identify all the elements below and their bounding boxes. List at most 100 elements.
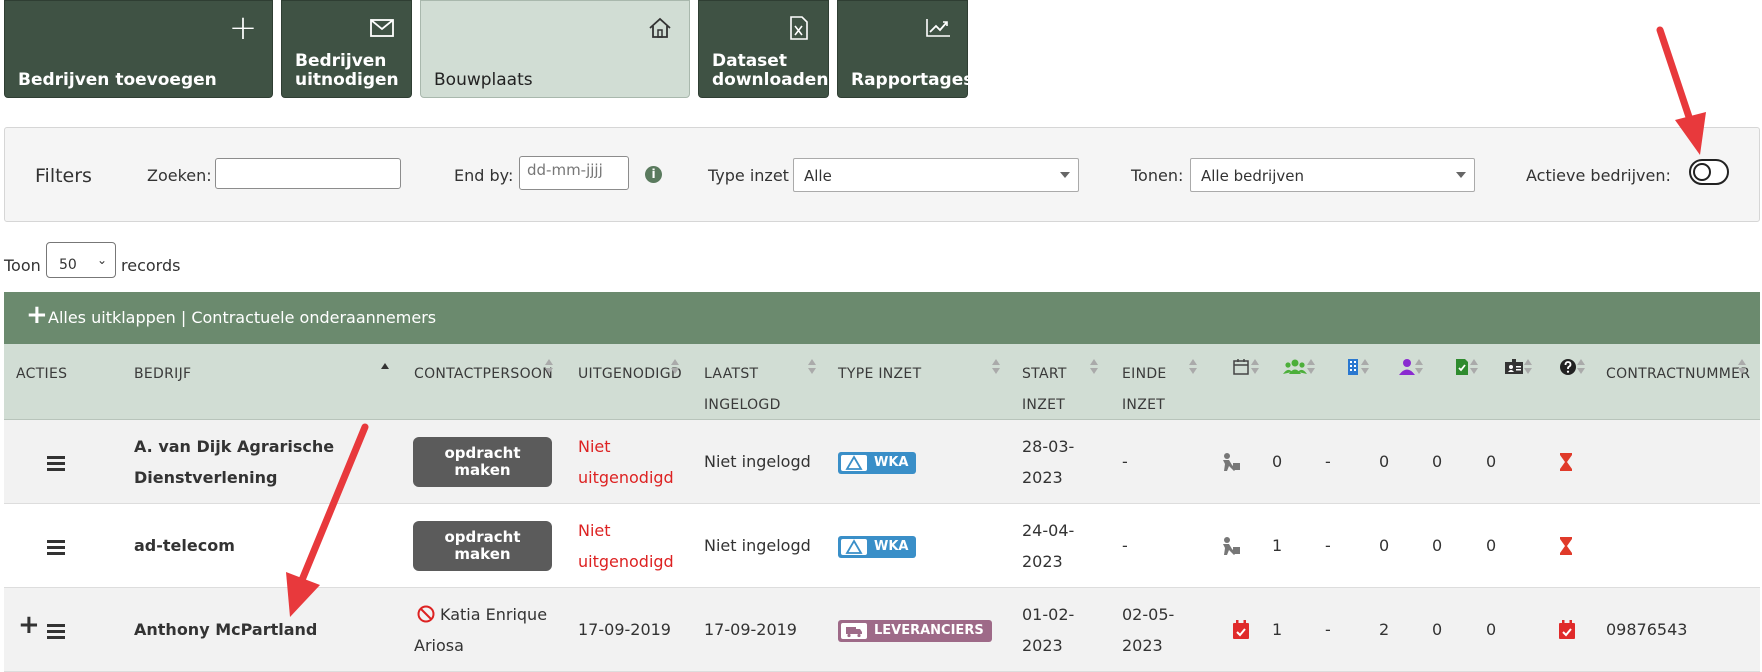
sort-asc-icon[interactable] xyxy=(380,358,390,376)
hourglass-icon xyxy=(1560,453,1572,471)
col-contactpersoon[interactable]: CONTACTPERSOON xyxy=(414,359,553,390)
menu-icon[interactable] xyxy=(47,540,65,555)
start-date: 28-03- 2023 xyxy=(1022,431,1074,493)
add-companies-tile[interactable]: + Bedrijven toevoegen xyxy=(4,0,273,98)
col-uitgenodigd[interactable]: UITGENODIGD xyxy=(578,359,682,390)
end-date: 02-05- 2023 xyxy=(1122,599,1174,661)
col-type-inzet[interactable]: TYPE INZET xyxy=(838,359,921,390)
annotation-arrow-toggle xyxy=(1656,26,1697,133)
sort-icon[interactable] xyxy=(1360,358,1370,376)
warning-icon xyxy=(841,539,867,555)
chevron-down-icon: ⌄ xyxy=(96,253,107,267)
invite-companies-tile[interactable]: Bedrijven uitnodigen xyxy=(281,0,412,98)
plus-icon: + xyxy=(26,300,48,330)
invited-line2: uitgenodigd xyxy=(578,468,674,487)
company-name[interactable]: A. van Dijk Agrarische Dienstverlening xyxy=(134,431,334,493)
contract-number: 09876543 xyxy=(1606,620,1688,639)
invited-status: Niet uitgenodigd xyxy=(578,431,674,493)
create-assignment-button[interactable]: opdracht maken xyxy=(413,521,552,571)
table-row: A. van Dijk Agrarische Dienstverlening o… xyxy=(4,420,1760,504)
type-badge-label: LEVERANCIERS xyxy=(874,623,984,638)
group-bar-label: Alles uitklappen | Contractuele onderaan… xyxy=(48,308,437,327)
sort-icon[interactable] xyxy=(670,358,680,376)
worker-icon xyxy=(1223,537,1240,555)
count-persons: 0 xyxy=(1379,452,1390,471)
sort-icon[interactable] xyxy=(1576,358,1586,376)
menu-icon[interactable] xyxy=(47,624,65,639)
count-users: 1 xyxy=(1272,620,1283,639)
type-badge-wka: WKA xyxy=(838,536,917,558)
sort-icon[interactable] xyxy=(807,358,817,376)
plus-icon: + xyxy=(228,8,258,48)
table-header: ACTIES BEDRIJF CONTACTPERSOON UITGENODIG… xyxy=(4,344,1760,420)
contact-line2: Ariosa xyxy=(414,636,464,655)
col-bedrijf[interactable]: BEDRIJF xyxy=(134,359,191,390)
type-select[interactable]: Alle xyxy=(793,158,1079,192)
col-einde-line1: EINDE xyxy=(1122,366,1167,382)
start-line1: 01-02- xyxy=(1022,605,1075,624)
search-input[interactable] xyxy=(215,158,401,189)
col-einde-inzet[interactable]: EINDE INZET xyxy=(1122,359,1167,421)
count-buildings: - xyxy=(1325,620,1331,639)
menu-icon[interactable] xyxy=(47,456,65,471)
count-persons: 0 xyxy=(1379,536,1390,555)
contact-person[interactable]: Katia Enrique Ariosa xyxy=(414,599,547,661)
sort-icon[interactable] xyxy=(1089,358,1099,376)
count-buildings: - xyxy=(1325,536,1331,555)
sort-icon[interactable] xyxy=(544,358,554,376)
toggle-knob xyxy=(1693,163,1711,181)
show-select[interactable]: Alle bedrijven xyxy=(1190,158,1475,192)
endby-date-input[interactable]: dd-mm-jjjj xyxy=(519,156,629,190)
sort-icon[interactable] xyxy=(1250,358,1260,376)
col-start-line1: START xyxy=(1022,366,1067,382)
company-name[interactable]: Anthony McPartland xyxy=(134,614,317,645)
contact-line1: Katia Enrique xyxy=(440,605,548,624)
add-companies-label: Bedrijven toevoegen xyxy=(18,70,217,90)
chart-icon xyxy=(923,13,953,43)
info-icon[interactable]: i xyxy=(645,166,662,183)
group-bar[interactable]: + Alles uitklappen | Contractuele ondera… xyxy=(4,292,1760,344)
invited-line1: Niet xyxy=(578,437,611,456)
hourglass-icon xyxy=(1560,537,1572,555)
invited-line2: uitgenodigd xyxy=(578,552,674,571)
type-badge-wka: WKA xyxy=(838,452,917,474)
active-companies-toggle[interactable] xyxy=(1689,159,1729,185)
type-badge-label: WKA xyxy=(874,539,909,554)
sort-icon[interactable] xyxy=(1188,358,1198,376)
sort-icon[interactable] xyxy=(1737,358,1747,376)
show-select-value: Alle bedrijven xyxy=(1201,167,1304,185)
records-select[interactable]: 50 ⌄ xyxy=(46,242,116,278)
sort-icon[interactable] xyxy=(991,358,1001,376)
records-select-value: 50 xyxy=(59,257,77,273)
count-ids: 0 xyxy=(1486,536,1497,555)
count-ids: 0 xyxy=(1486,620,1497,639)
create-assignment-button[interactable]: opdracht maken xyxy=(413,437,552,487)
home-icon xyxy=(645,13,675,43)
sort-icon[interactable] xyxy=(1469,358,1479,376)
start-line2: 2023 xyxy=(1022,468,1063,487)
type-label: Type inzet xyxy=(708,166,789,185)
col-contractnummer[interactable]: CONTRACTNUMMER xyxy=(1606,359,1750,390)
calendar-check-icon xyxy=(1559,620,1575,639)
id-card-icon xyxy=(1505,359,1523,374)
expand-plus-icon[interactable]: + xyxy=(18,610,40,641)
sort-icon[interactable] xyxy=(1523,358,1533,376)
count-users: 1 xyxy=(1272,536,1283,555)
count-documents: 0 xyxy=(1432,620,1443,639)
calendar-check-icon xyxy=(1233,620,1249,639)
construction-site-tile[interactable]: Bouwplaats xyxy=(420,0,690,98)
reports-label: Rapportages xyxy=(851,70,974,90)
reports-tile[interactable]: Rapportages xyxy=(837,0,973,98)
table-row: ad-telecom opdracht maken Niet uitgenodig… xyxy=(4,504,1760,588)
col-laatst-ingelogd[interactable]: LAATST INGELOGD xyxy=(704,359,781,421)
active-companies-label: Actieve bedrijven: xyxy=(1526,166,1671,185)
col-start-inzet[interactable]: START INZET xyxy=(1022,359,1067,421)
sort-icon[interactable] xyxy=(1306,358,1316,376)
download-dataset-tile[interactable]: Dataset downloaden xyxy=(698,0,829,98)
search-label: Zoeken: xyxy=(147,166,212,185)
question-icon xyxy=(1560,359,1576,375)
company-name[interactable]: ad-telecom xyxy=(134,530,235,561)
col-laatst-line2: INGELOGD xyxy=(704,397,781,413)
start-line1: 28-03- xyxy=(1022,437,1075,456)
sort-icon[interactable] xyxy=(1414,358,1424,376)
